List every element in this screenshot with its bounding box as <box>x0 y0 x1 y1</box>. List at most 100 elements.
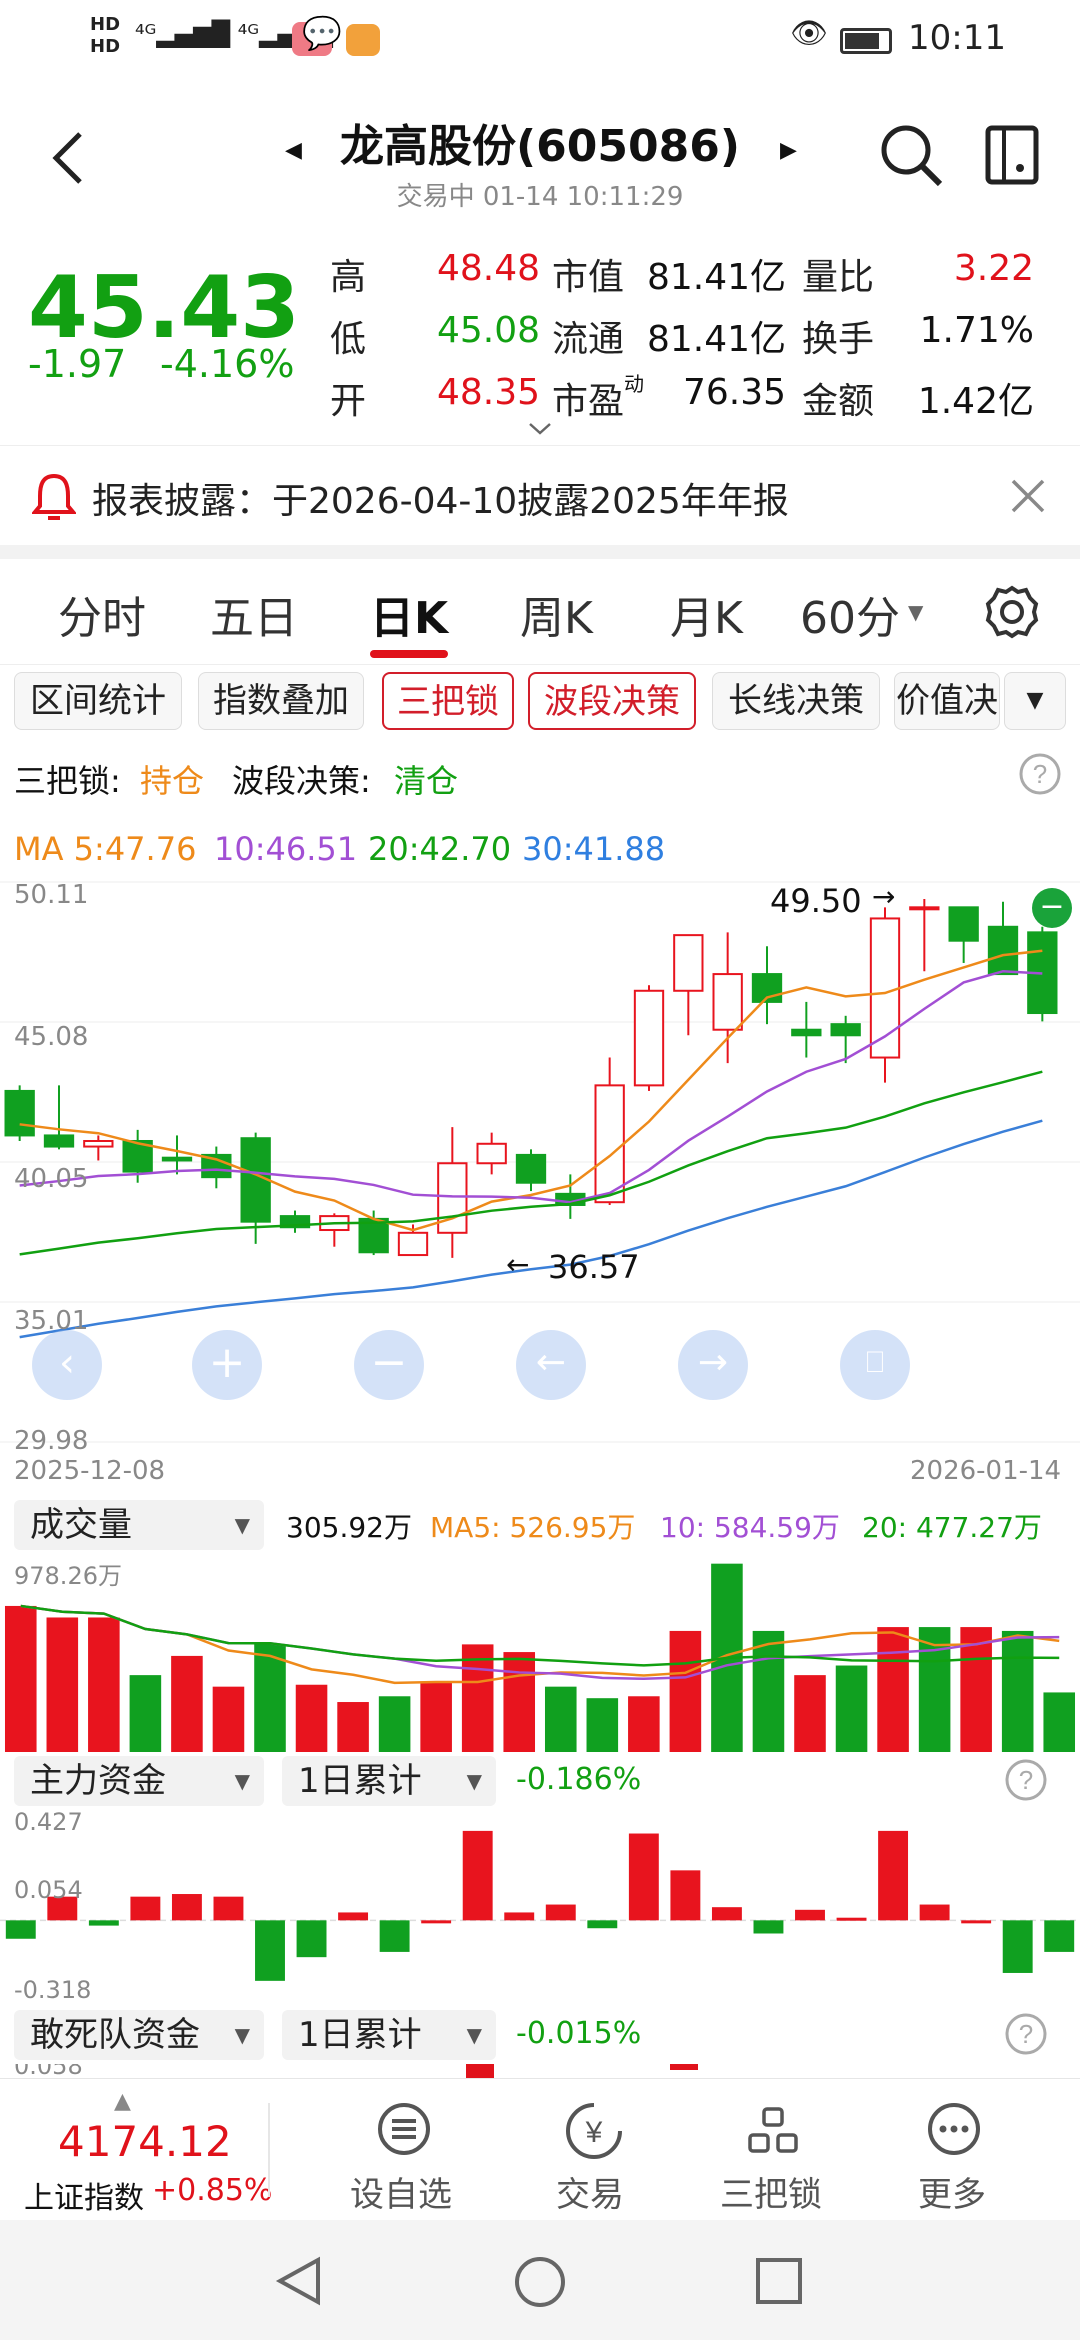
tool-range-stats[interactable]: 区间统计 <box>14 672 182 730</box>
main-fund-period-label: 1日累计 <box>298 1761 422 1801</box>
collapse-indicator-icon[interactable]: − <box>1032 888 1072 928</box>
nav-back-icon[interactable] <box>272 2254 326 2308</box>
open-label: 开 <box>330 381 367 422</box>
candle-body <box>830 1023 861 1037</box>
tab-five-day[interactable]: 五日 <box>210 582 298 646</box>
tab-60min-dropdown-icon[interactable]: ▼ <box>908 600 923 624</box>
ma20-value: 20:42.70 <box>368 830 512 868</box>
volume-ma20: 20: 477.27万 <box>862 1511 1042 1544</box>
volume-ma5: MA5: 526.95万 <box>430 1511 636 1544</box>
svg-text:?: ? <box>1019 1765 1033 1795</box>
candle-body <box>476 1142 507 1165</box>
fund-bar <box>670 1870 701 1921</box>
float-cap-value: 81.41亿 <box>646 319 786 360</box>
main-fund-selector[interactable]: 主力资金 ▼ <box>14 1756 264 1806</box>
low-marker-arrow-icon: ← <box>506 1248 530 1281</box>
index-change: +0.85% <box>152 2173 273 2208</box>
report-notice[interactable]: 报表披露：于2026-04-10披露2025年年报 <box>0 445 1080 545</box>
volume-selector[interactable]: 成交量 ▼ <box>14 1500 264 1550</box>
more-button[interactable]: 更多 <box>918 2167 986 2216</box>
tool-three-locks[interactable]: 三把锁 <box>382 672 514 730</box>
y-label-3: 40.05 <box>14 1164 89 1194</box>
amount-value: 1.42亿 <box>917 381 1034 422</box>
fund-bar <box>255 1920 285 1981</box>
scroll-back-icon[interactable]: ← <box>516 1330 586 1400</box>
volume-bar <box>4 1605 37 1752</box>
volume-bar <box>171 1655 203 1752</box>
main-fund-period-selector[interactable]: 1日累计 ▼ <box>282 1756 496 1806</box>
volume-bar <box>46 1617 79 1752</box>
expand-chevron-icon[interactable] <box>528 422 552 436</box>
candle-body <box>673 934 704 992</box>
lock-signal-label: 三把锁: <box>14 762 121 800</box>
tab-weekly-k[interactable]: 周K <box>520 582 593 646</box>
zoom-in-icon[interactable]: + <box>192 1330 262 1400</box>
zoom-out-icon[interactable]: − <box>354 1330 424 1400</box>
help-icon[interactable]: ? <box>1018 752 1062 796</box>
fund-bar <box>545 1904 576 1921</box>
volume-bar <box>337 1702 369 1752</box>
tool-index-overlay[interactable]: 指数叠加 <box>198 672 364 730</box>
dare-fund-period-selector[interactable]: 1日累计 ▼ <box>282 2010 496 2060</box>
volume-dropdown-icon: ▼ <box>234 1513 250 1537</box>
fund-bar <box>88 1920 119 1926</box>
pe-value: 76.35 <box>682 372 786 413</box>
main-fund-value: -0.186% <box>516 1762 642 1797</box>
fund-bar <box>836 1917 867 1921</box>
volume-current: 305.92万 <box>286 1511 412 1544</box>
battery-icon <box>840 28 892 54</box>
tab-60min[interactable]: 60分 <box>800 582 900 646</box>
nav-recents-icon[interactable] <box>754 2256 804 2306</box>
scroll-forward-icon[interactable]: → <box>678 1330 748 1400</box>
main-fund-y-bottom: -0.318 <box>14 1976 92 2004</box>
y-label-top: 50.11 <box>14 880 89 910</box>
three-locks-button[interactable]: 三把锁 <box>720 2167 822 2216</box>
dare-fund-bar <box>466 2064 494 2078</box>
bottom-action-bar: ▲ 4174.12 上证指数 +0.85% 设自选 ¥ 交易 三把锁 更多 <box>0 2078 1080 2220</box>
tab-monthly-k[interactable]: 月K <box>670 582 743 646</box>
main-fund-help-icon[interactable]: ? <box>1004 1758 1048 1802</box>
tool-band-decision[interactable]: 波段决策 <box>528 672 696 730</box>
more-icon[interactable] <box>926 2101 982 2157</box>
screen-switch-icon[interactable] <box>984 124 1040 186</box>
tool-value-decision[interactable]: 价值决 <box>894 672 1000 730</box>
trade-button[interactable]: 交易 <box>556 2167 624 2216</box>
eye-icon: 👁 <box>790 16 829 51</box>
volume-bar <box>295 1684 328 1752</box>
dare-fund-help-icon[interactable]: ? <box>1004 2012 1048 2056</box>
volume-ma10: 10: 584.59万 <box>660 1511 840 1544</box>
main-fund-y-mid: 0.054 <box>14 1876 83 1904</box>
three-locks-icon[interactable] <box>746 2099 802 2159</box>
dare-fund-selector[interactable]: 敢死队资金 ▼ <box>14 2010 264 2060</box>
fund-bar <box>753 1920 784 1934</box>
low-value: 45.08 <box>436 310 540 351</box>
add-favorite-button[interactable]: 设自选 <box>350 2167 452 2216</box>
close-icon[interactable] <box>1010 478 1046 514</box>
tab-daily-k[interactable]: 日K <box>370 582 448 646</box>
gear-icon[interactable] <box>984 584 1040 640</box>
volume-chart[interactable] <box>0 1556 1080 1752</box>
tab-intraday[interactable]: 分时 <box>58 582 146 646</box>
index-value[interactable]: 4174.12 <box>58 2117 232 2166</box>
low-label: 低 <box>330 319 367 360</box>
fullscreen-icon[interactable]: ⎕ <box>840 1330 910 1400</box>
fund-bar <box>961 1920 992 1924</box>
trade-yuan-icon[interactable]: ¥ <box>564 2101 624 2161</box>
volume-bar <box>544 1686 577 1752</box>
search-icon[interactable] <box>878 122 944 188</box>
volume-bar <box>1043 1692 1076 1752</box>
high-marker-label: 49.50 <box>770 882 862 920</box>
notice-text: 报表披露：于2026-04-10披露2025年年报 <box>92 481 789 522</box>
nav-home-icon[interactable] <box>512 2254 568 2310</box>
next-stock-icon[interactable]: ▶ <box>780 138 797 163</box>
more-tools-dropdown-icon[interactable]: ▼ <box>1004 672 1066 730</box>
fund-bar <box>504 1912 535 1921</box>
favorite-menu-icon[interactable] <box>376 2101 432 2157</box>
candle-body <box>948 906 979 942</box>
tool-long-decision[interactable]: 长线决策 <box>712 672 880 730</box>
svg-text:¥: ¥ <box>585 2116 603 2149</box>
chart-left-icon[interactable]: ‹ <box>32 1330 102 1400</box>
open-value: 48.35 <box>436 372 540 413</box>
main-fund-chart[interactable] <box>0 1808 1080 2004</box>
svg-text:?: ? <box>1033 759 1047 789</box>
